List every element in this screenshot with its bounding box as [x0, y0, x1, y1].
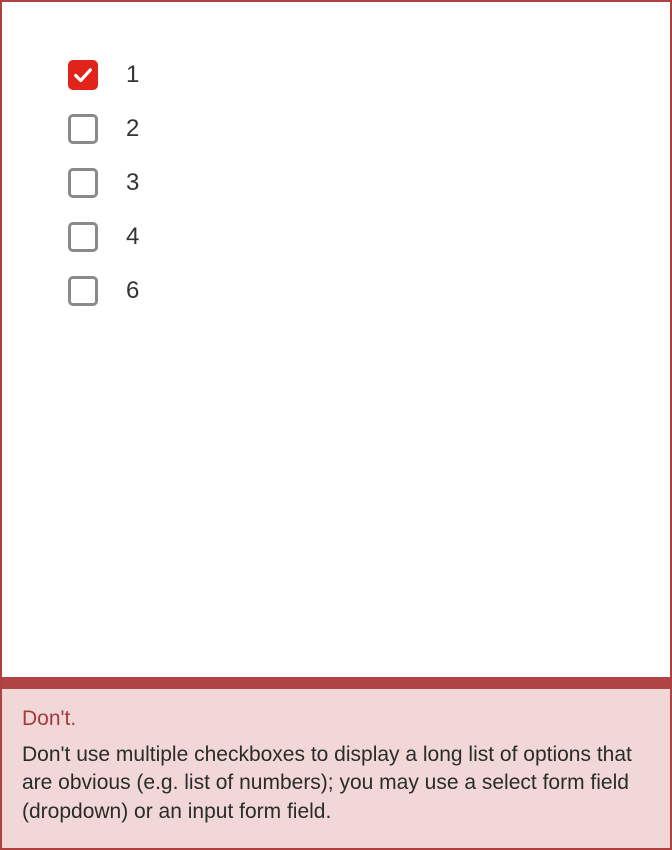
checkbox-option-3[interactable]: [68, 168, 98, 198]
checkbox-option-6[interactable]: [68, 276, 98, 306]
checkbox-row: 1: [68, 60, 604, 90]
checkbox-option-4[interactable]: [68, 222, 98, 252]
checkbox-row: 3: [68, 168, 604, 198]
caution-text: Don't use multiple checkboxes to display…: [22, 741, 650, 826]
guideline-card: 1 2 3 4 6 Don't.: [0, 0, 672, 850]
checkbox-option-1[interactable]: [68, 60, 98, 90]
checkbox-row: 2: [68, 114, 604, 144]
checkbox-row: 4: [68, 222, 604, 252]
caution-caption: Don't. Don't use multiple checkboxes to …: [2, 689, 670, 848]
checkbox-label: 1: [126, 61, 139, 89]
caution-bar: [2, 677, 670, 689]
checkbox-label: 2: [126, 115, 139, 143]
checkbox-option-2[interactable]: [68, 114, 98, 144]
example-area: 1 2 3 4 6: [2, 2, 670, 677]
checkbox-label: 4: [126, 223, 139, 251]
checkbox-row: 6: [68, 276, 604, 306]
checkbox-label: 3: [126, 169, 139, 197]
check-icon: [72, 64, 94, 86]
caution-title: Don't.: [22, 707, 650, 731]
checkbox-label: 6: [126, 277, 139, 305]
